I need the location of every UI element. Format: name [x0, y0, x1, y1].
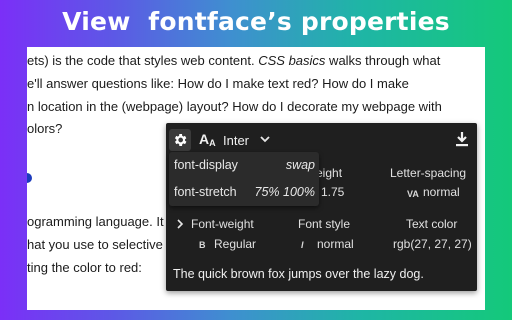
letter-spacing-value: normal: [423, 185, 460, 199]
font-weight-value: Regular: [214, 237, 257, 251]
dropdown-item-label[interactable]: font-stretch: [174, 185, 237, 199]
gear-icon: [174, 134, 187, 146]
article-link-css-basics[interactable]: CSS basics: [258, 53, 325, 68]
article-line: olors?: [27, 121, 63, 136]
article-line: hat you use to selective: [27, 237, 163, 252]
letter-spacing-icon: VA: [407, 189, 419, 199]
font-preview-text: The quick brown fox jumps over the lazy …: [173, 267, 424, 281]
article-line: ets) is the code that styles web content…: [27, 53, 440, 69]
banner-title: View fontface’s properties: [62, 7, 450, 36]
line-height-value: 1.75: [321, 185, 345, 199]
italic-icon: I: [301, 240, 304, 250]
font-style-value: normal: [317, 237, 354, 251]
heading-marker: [27, 173, 32, 183]
article-text: ets) is the code that styles web content…: [27, 53, 259, 68]
text-color-value: rgb(27, 27, 27): [393, 237, 472, 251]
font-icon: AA: [199, 131, 216, 148]
dropdown-item-label[interactable]: font-display: [174, 158, 238, 172]
chevron-down-icon[interactable]: [260, 135, 270, 143]
settings-button[interactable]: [169, 129, 191, 151]
download-icon[interactable]: [455, 131, 469, 147]
article-line: ogramming language. It: [27, 214, 164, 229]
dropdown-item-value: 75% 100%: [254, 185, 315, 199]
article-line: e'll answer questions like: How do I mak…: [27, 76, 409, 91]
font-style-header: Font style: [298, 217, 351, 231]
line-height-header: eight: [316, 166, 343, 180]
properties-dropdown: font-display swap font-stretch 75% 100%: [169, 152, 319, 206]
chevron-right-icon[interactable]: [176, 219, 184, 229]
font-weight-header: Font-weight: [191, 217, 254, 231]
article-line: n location in the (webpage) layout? How …: [27, 99, 442, 114]
article-text: walks through what: [325, 53, 441, 68]
dropdown-item-value: swap: [285, 158, 315, 172]
text-color-header: Text color: [406, 217, 458, 231]
article-line: ting the color to red:: [27, 260, 142, 275]
bold-icon: B: [199, 240, 206, 250]
font-icon-glyph: A: [199, 131, 210, 147]
letter-spacing-header: Letter-spacing: [390, 166, 467, 180]
font-family-select[interactable]: Inter: [223, 133, 249, 148]
fontface-panel: AA Inter eight 1.75 Letter-spacing VA no…: [166, 123, 477, 291]
